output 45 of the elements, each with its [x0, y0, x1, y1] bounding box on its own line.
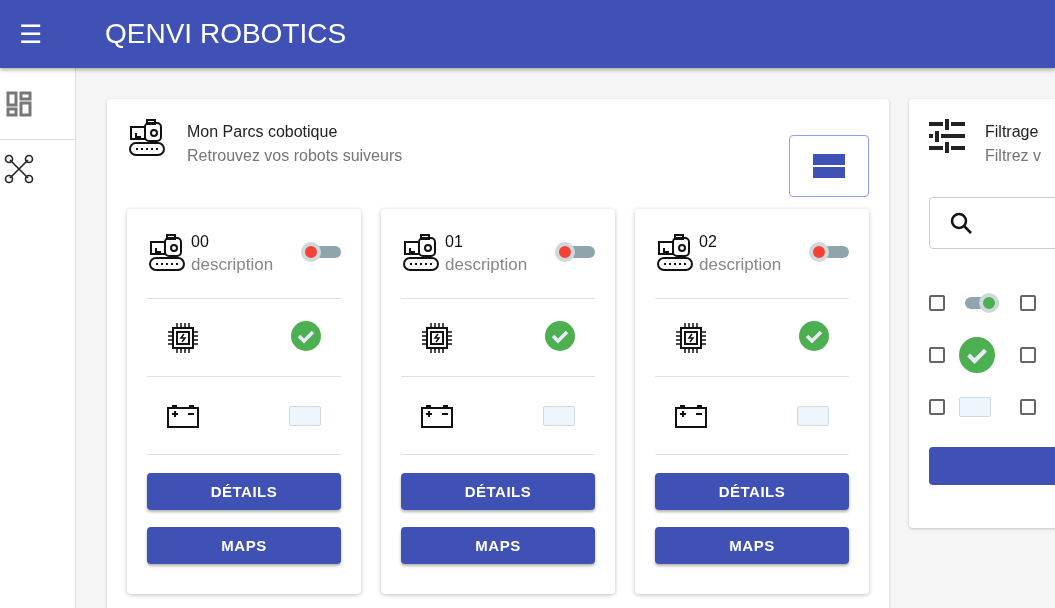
tools-icon: [3, 154, 34, 184]
robot-id: 00: [191, 232, 210, 251]
battery-icon: [675, 403, 707, 428]
robot-action-button[interactable]: MAPS: [655, 527, 849, 564]
filter-checkbox[interactable]: [929, 399, 945, 415]
battery-icon: [421, 403, 453, 428]
cpu-chip-icon: [675, 321, 707, 354]
filter-checkbox[interactable]: [1020, 347, 1036, 363]
robot-action-button[interactable]: DÉTAILS: [401, 473, 595, 510]
robot-icon: [147, 233, 187, 274]
check-circle-icon: [959, 337, 995, 373]
robot-icon: [655, 233, 695, 274]
cpu-chip-icon: [167, 321, 199, 354]
sliders-icon: [929, 119, 965, 153]
filter-checkbox[interactable]: [1020, 399, 1036, 415]
filter-checkbox[interactable]: [929, 295, 945, 311]
toggle-switch[interactable]: [809, 241, 849, 262]
filter-checkbox[interactable]: [1020, 295, 1036, 311]
robot-description: description: [191, 254, 274, 275]
robot-description: description: [699, 254, 782, 275]
robot-action-button[interactable]: DÉTAILS: [147, 473, 341, 510]
battery-icon: [167, 403, 199, 428]
toggle-switch[interactable]: [555, 241, 595, 262]
robot-description: description: [445, 254, 528, 275]
panel-subtitle: Retrouvez vos robots suiveurs: [187, 147, 403, 165]
robot-action-button[interactable]: MAPS: [147, 527, 341, 564]
robot-icon: [401, 233, 441, 274]
view-toggle-button[interactable]: [789, 135, 869, 197]
rows-icon: [813, 154, 845, 178]
search-icon: [950, 212, 972, 234]
panel-subtitle: Filtrez v: [985, 147, 1041, 165]
robot-action-button[interactable]: MAPS: [401, 527, 595, 564]
toggle-switch[interactable]: [301, 241, 341, 262]
robot-icon: [127, 119, 167, 159]
robot-id: 02: [699, 232, 718, 251]
cpu-chip-icon: [421, 321, 453, 354]
search-field[interactable]: [929, 197, 1055, 249]
panel-title: Mon Parcs cobotique: [187, 123, 339, 141]
app-title: QENVI ROBOTICS: [105, 18, 347, 50]
panel-title: Filtrage: [985, 123, 1040, 141]
filter-checkbox[interactable]: [929, 347, 945, 363]
menu-button[interactable]: ☰: [0, 18, 60, 50]
dashboard-icon: [5, 90, 32, 117]
robot-id: 01: [445, 232, 464, 251]
robot-action-button[interactable]: DÉTAILS: [655, 473, 849, 510]
